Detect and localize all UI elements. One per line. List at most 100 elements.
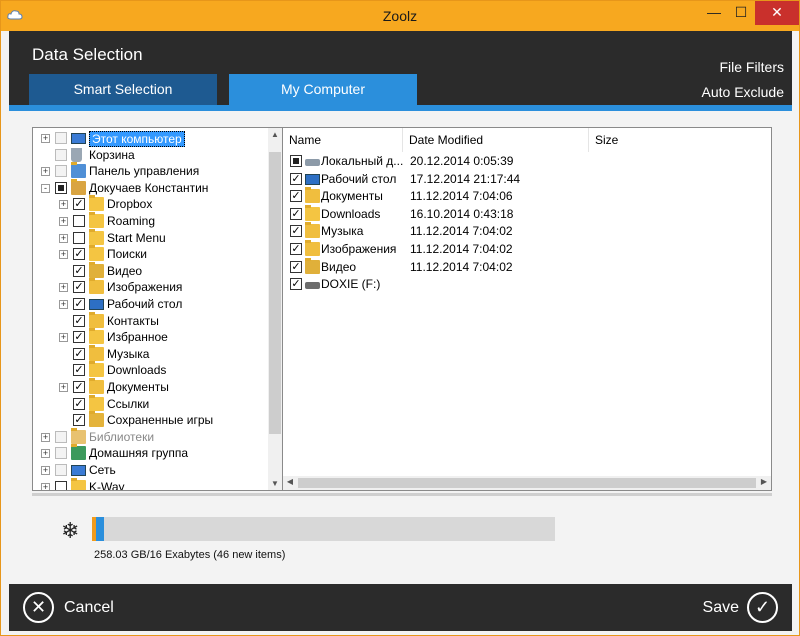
file-row-checkbox[interactable]: ✓ [290,278,302,291]
column-header-name[interactable]: Name [283,128,403,152]
tree-item-label: Видео [107,263,143,278]
file-row-checkbox[interactable]: ✓ [290,190,302,203]
expand-icon[interactable]: + [59,283,68,293]
tree-item-checkbox[interactable]: ✓ [73,397,85,410]
tree-item[interactable]: ✓ Сохраненные игры [33,411,269,429]
tree-item[interactable]: Корзина [33,147,269,164]
tree-item[interactable]: ✓ Контакты [33,311,269,330]
expand-icon[interactable]: + [41,134,50,143]
files-horizontal-scrollbar[interactable]: ◀ ▶ [283,476,771,490]
files-scroll-thumb[interactable] [298,478,756,488]
cancel-button[interactable]: ✕ Cancel [23,591,114,624]
tree-item-checkbox[interactable]: ✓ [73,347,85,360]
tree-item-label: Контакты [107,313,159,328]
expand-icon[interactable]: + [41,482,50,490]
scroll-right-arrow-icon[interactable]: ▶ [757,477,771,486]
tree-item-checkbox[interactable] [73,231,85,244]
save-button[interactable]: Save ✓ [703,591,778,624]
file-filters-link[interactable]: File Filters [702,55,784,80]
tree-item[interactable]: ✓ Downloads [33,361,269,379]
maximize-button[interactable]: ☐ [728,1,754,25]
tree-item-checkbox[interactable] [55,480,67,490]
column-header-date-modified[interactable]: Date Modified [403,128,589,152]
file-row-checkbox[interactable]: ✓ [290,260,302,273]
file-row-checkbox[interactable]: ✓ [290,172,302,185]
expand-icon[interactable]: + [41,449,50,459]
tree-item[interactable]: + ✓ Документы [33,378,269,396]
tree-item[interactable]: + Roaming [33,212,269,230]
expand-icon[interactable]: + [59,233,68,243]
tree-item[interactable]: + ✓ Поиски [33,245,269,263]
expand-icon[interactable]: + [41,167,50,177]
file-row-checkbox[interactable] [290,155,302,167]
expand-icon[interactable]: + [41,466,50,475]
tree-item[interactable]: + Start Menu [33,228,269,247]
tree-item-checkbox[interactable]: ✓ [73,198,85,211]
file-row-checkbox[interactable]: ✓ [290,207,302,220]
auto-exclude-link[interactable]: Auto Exclude [702,80,785,105]
recycle-bin-icon [71,147,82,162]
file-row-checkbox[interactable]: ✓ [290,243,302,255]
local-disk-icon [305,159,320,166]
tree-item[interactable]: - Докучаев Константин [33,178,269,197]
expand-icon[interactable]: + [59,333,68,343]
tree-item[interactable]: + K-Way [33,477,269,491]
tree-item-checkbox[interactable]: ✓ [73,364,85,377]
file-row[interactable]: ✓ Downloads 16.10.2014 0:43:18 [283,204,771,223]
expand-icon[interactable]: + [59,383,68,392]
tree-vertical-scrollbar[interactable]: ▲ ▼ [268,128,282,490]
tree-item-checkbox[interactable] [73,215,85,227]
expand-icon[interactable]: + [59,200,68,210]
expand-icon[interactable]: + [41,432,50,442]
tree-item-label: K-Way [89,479,125,491]
scroll-down-arrow-icon[interactable]: ▼ [268,479,282,488]
tree-item[interactable]: ✓ Музыка [33,344,269,363]
file-row[interactable]: ✓ Рабочий стол 17.12.2014 21:17:44 [283,171,771,188]
tree-item[interactable]: ✓ Видео [33,261,269,280]
expand-icon[interactable]: + [59,250,68,260]
tree-item[interactable]: ✓ Ссылки [33,394,269,413]
file-row[interactable]: Локальный д... 20.12.2014 0:05:39 [283,153,771,170]
tree-item-checkbox[interactable]: ✓ [73,264,85,277]
tree-item-checkbox[interactable] [55,181,67,194]
tree-item-checkbox[interactable]: ✓ [73,331,85,344]
collapse-icon[interactable]: - [41,183,50,193]
desktop-icon [305,173,320,185]
tree-item[interactable]: + ✓ Изображения [33,278,269,296]
folder-tree[interactable]: ▲ ▼ + Этот компьютер Корзина + Панель управл… [32,127,283,491]
tree-item-checkbox[interactable]: ✓ [73,381,85,393]
tree-item-checkbox[interactable]: ✓ [73,281,85,294]
tree-item[interactable]: + Библиотеки [33,427,269,446]
scroll-left-arrow-icon[interactable]: ◀ [283,477,297,486]
tree-item[interactable]: + ✓ Рабочий стол [33,296,269,313]
homegroup-icon [71,444,86,461]
file-row[interactable]: ✓ Музыка 11.12.2014 7:04:02 [283,222,771,240]
tree-item[interactable]: + Сеть [33,462,269,479]
tree-item[interactable]: + Домашняя группа [33,444,269,462]
file-row[interactable]: ✓ Видео 11.12.2014 7:04:02 [283,257,771,276]
folder-icon [89,228,104,245]
expand-icon[interactable]: + [59,300,68,309]
close-window-button[interactable]: ✕ [755,1,799,25]
tree-item-checkbox[interactable]: ✓ [73,298,85,310]
tree-scroll-thumb[interactable] [269,152,281,434]
tree-item-checkbox[interactable]: ✓ [73,314,85,327]
tree-item[interactable]: + Панель управления [33,162,269,180]
app-window: Zoolz — ☐ ✕ Data Selection File Filters … [0,0,800,636]
tree-item[interactable]: + ✓ Избранное [33,328,269,346]
tab-smart-selection[interactable]: Smart Selection [29,74,217,105]
file-row-checkbox[interactable]: ✓ [290,225,302,238]
tree-item[interactable]: + ✓ Dropbox [33,195,269,213]
tree-item-checkbox[interactable]: ✓ [73,248,85,261]
tab-my-computer[interactable]: My Computer [229,74,417,105]
file-row[interactable]: ✓ DOXIE (F:) [283,276,771,293]
tree-item-label: Домашняя группа [89,446,189,461]
scroll-up-arrow-icon[interactable]: ▲ [268,130,282,139]
tree-item-checkbox[interactable]: ✓ [73,414,85,427]
minimize-button[interactable]: — [701,1,727,25]
column-header-size[interactable]: Size [589,128,771,152]
file-row[interactable]: ✓ Документы 11.12.2014 7:04:06 [283,187,771,205]
expand-icon[interactable]: + [59,217,68,226]
tree-item[interactable]: + Этот компьютер [33,130,269,147]
file-row[interactable]: ✓ Изображения 11.12.2014 7:04:02 [283,240,771,258]
